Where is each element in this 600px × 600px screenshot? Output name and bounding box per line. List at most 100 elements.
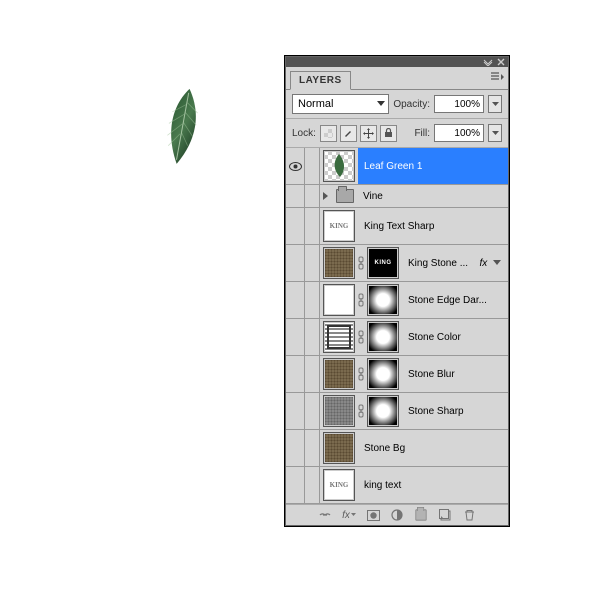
visibility-toggle[interactable]	[286, 185, 305, 207]
folder-icon	[336, 189, 354, 203]
expand-arrow-icon[interactable]	[323, 192, 328, 200]
layer-link-slot[interactable]	[305, 393, 320, 429]
layer-link-slot[interactable]	[305, 208, 320, 244]
tab-layers[interactable]: LAYERS	[290, 71, 351, 90]
layer-name-label: King Stone ...	[408, 258, 468, 269]
panel-menu-button[interactable]	[490, 71, 504, 86]
layer-name[interactable]: Stone Bg	[358, 430, 508, 466]
layer-mask-button[interactable]	[366, 508, 380, 522]
layer-thumbnail[interactable]	[323, 247, 355, 279]
layer-name[interactable]: Stone Edge Dar...	[402, 282, 508, 318]
layer-thumbnail[interactable]	[323, 284, 355, 316]
chevron-down-icon[interactable]	[493, 260, 501, 266]
layer-style-button[interactable]: fx	[342, 508, 356, 522]
layer-name[interactable]: Stone Color	[402, 319, 508, 355]
layer-row[interactable]: KINGKing Text Sharp	[286, 208, 508, 245]
layer-name-label: Stone Sharp	[408, 406, 464, 417]
layer-link-slot[interactable]	[305, 282, 320, 318]
layer-mask-thumbnail[interactable]	[367, 284, 399, 316]
lock-all-button[interactable]	[380, 125, 397, 142]
layer-link-slot[interactable]	[305, 356, 320, 392]
layer-row[interactable]: KINGking text	[286, 467, 508, 504]
mask-link-icon[interactable]	[357, 248, 365, 278]
mask-link-icon[interactable]	[357, 322, 365, 352]
panel-tabs: LAYERS	[286, 67, 508, 90]
visibility-toggle[interactable]	[286, 393, 305, 429]
fill-input[interactable]: 100%	[434, 124, 484, 142]
layers-panel: LAYERS Normal Opacity: 100% Lock:	[285, 56, 509, 526]
visibility-toggle[interactable]	[286, 245, 305, 281]
move-icon	[363, 128, 374, 139]
layer-thumbnail[interactable]	[323, 395, 355, 427]
new-group-button[interactable]	[414, 508, 428, 522]
lock-pixels-button[interactable]	[340, 125, 357, 142]
visibility-toggle[interactable]	[286, 356, 305, 392]
opacity-input[interactable]: 100%	[434, 95, 484, 113]
delete-layer-button[interactable]	[462, 508, 476, 522]
lock-icon	[384, 128, 393, 138]
layer-link-slot[interactable]	[305, 467, 320, 503]
layer-thumbnail[interactable]	[323, 150, 355, 182]
layer-name-label: Stone Blur	[408, 369, 455, 380]
chevron-down-icon	[377, 101, 385, 107]
lock-transparency-button[interactable]	[320, 125, 337, 142]
layer-name[interactable]: king text	[358, 467, 508, 503]
layer-row[interactable]: Stone Blur	[286, 356, 508, 393]
fill-label: Fill:	[414, 128, 430, 139]
opacity-flyout[interactable]	[488, 95, 502, 113]
layer-thumbnail[interactable]	[323, 321, 355, 353]
visibility-toggle[interactable]	[286, 282, 305, 318]
layer-row[interactable]: Stone Sharp	[286, 393, 508, 430]
mask-link-icon[interactable]	[357, 359, 365, 389]
layer-row[interactable]: Leaf Green 1	[286, 148, 508, 185]
layer-mask-thumbnail[interactable]	[367, 395, 399, 427]
layer-link-slot[interactable]	[305, 319, 320, 355]
visibility-toggle[interactable]	[286, 467, 305, 503]
visibility-toggle[interactable]	[286, 148, 305, 184]
layer-name[interactable]: Stone Blur	[402, 356, 508, 392]
layer-link-slot[interactable]	[305, 430, 320, 466]
link-layers-button[interactable]	[318, 508, 332, 522]
layer-name[interactable]: Vine	[357, 185, 508, 207]
layer-name[interactable]: Stone Sharp	[402, 393, 508, 429]
layer-row[interactable]: Stone Edge Dar...	[286, 282, 508, 319]
layer-name[interactable]: King Text Sharp	[358, 208, 508, 244]
close-icon[interactable]	[497, 58, 505, 66]
layers-list: Leaf Green 1VineKINGKing Text SharpKINGK…	[286, 148, 508, 504]
adjustment-layer-button[interactable]	[390, 508, 404, 522]
layer-link-slot[interactable]	[305, 148, 320, 184]
visibility-toggle[interactable]	[286, 319, 305, 355]
mask-link-icon[interactable]	[357, 396, 365, 426]
layer-name[interactable]: King Stone ... fx	[402, 245, 508, 281]
layer-thumbnail[interactable]: KING	[323, 210, 355, 242]
layer-name-label: Stone Edge Dar...	[408, 295, 487, 306]
layer-row[interactable]: KING King Stone ... fx	[286, 245, 508, 282]
collapse-icon[interactable]	[483, 59, 493, 66]
layer-name[interactable]: Leaf Green 1	[358, 148, 508, 184]
layer-name-label: Vine	[363, 191, 383, 202]
visibility-toggle[interactable]	[286, 208, 305, 244]
layer-link-slot[interactable]	[305, 245, 320, 281]
layer-thumbnail[interactable]	[323, 432, 355, 464]
mask-link-icon[interactable]	[357, 285, 365, 315]
panel-grip[interactable]	[286, 57, 508, 67]
layer-thumbnail[interactable]	[323, 358, 355, 390]
layer-thumbnail[interactable]: KING	[323, 469, 355, 501]
lock-label: Lock:	[292, 128, 316, 139]
fx-indicator[interactable]: fx	[479, 258, 487, 269]
layer-row[interactable]: Vine	[286, 185, 508, 208]
layer-mask-thumbnail[interactable]	[367, 358, 399, 390]
new-layer-button[interactable]	[438, 508, 452, 522]
blend-mode-value: Normal	[298, 98, 333, 110]
layer-link-slot[interactable]	[305, 185, 320, 207]
layer-mask-thumbnail[interactable]	[367, 321, 399, 353]
layer-mask-thumbnail[interactable]: KING	[367, 247, 399, 279]
lock-position-button[interactable]	[360, 125, 377, 142]
panel-footer: fx	[286, 504, 508, 525]
layer-name-label: Leaf Green 1	[364, 161, 422, 172]
fill-flyout[interactable]	[488, 124, 502, 142]
layer-row[interactable]: Stone Color	[286, 319, 508, 356]
visibility-toggle[interactable]	[286, 430, 305, 466]
layer-row[interactable]: Stone Bg	[286, 430, 508, 467]
blend-mode-select[interactable]: Normal	[292, 94, 389, 114]
